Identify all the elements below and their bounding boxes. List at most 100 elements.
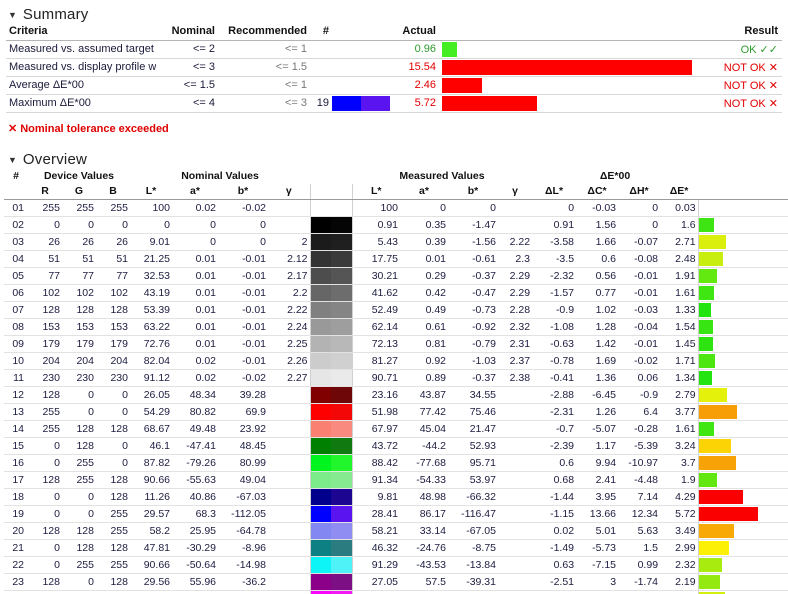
overview-col-index (4, 183, 28, 200)
overview-group-swatch-spacer (310, 168, 352, 184)
overview-col-nominal-a: a* (172, 183, 218, 200)
overview-cell-g: 0 (62, 505, 96, 523)
overview-cell-b: 255 (96, 522, 130, 540)
summary-section-header[interactable]: ▼ Summary (0, 6, 788, 23)
overview-row: 07 128 128 128 53.39 0.01 -0.01 2.22 52.49 0.49 -0… (4, 301, 788, 319)
overview-cell-g: 153 (62, 318, 96, 336)
overview-cell-index: 03 (4, 233, 28, 251)
overview-color-swatch (309, 335, 353, 353)
overview-cell-measured-a: 45.04 (400, 420, 448, 438)
overview-cell-nominal-gamma: 2.22 (268, 301, 310, 319)
overview-cell-measured-b: -13.84 (448, 556, 498, 574)
overview-delta-bar (697, 369, 788, 387)
overview-cell-measured-gamma: 2.28 (498, 301, 533, 319)
overview-cell-nominal-L: 87.82 (130, 454, 172, 472)
summary-col-swatch (332, 23, 390, 41)
triangle-down-icon[interactable]: ▼ (8, 155, 17, 165)
overview-col-r: R (28, 183, 62, 200)
overview-cell-r: 255 (28, 403, 62, 421)
overview-cell-measured-b: -66.32 (448, 488, 498, 506)
overview-cell-g: 128 (62, 437, 96, 455)
overview-cell-nominal-a: 0 (172, 216, 218, 234)
overview-cell-b: 128 (96, 301, 130, 319)
overview-cell-measured-gamma (498, 199, 533, 217)
overview-delta-bar (697, 301, 788, 319)
overview-cell-nominal-L: 54.29 (130, 403, 172, 421)
overview-cell-nominal-b: -14.98 (218, 556, 268, 574)
summary-footnote: ✕ Nominal tolerance exceeded (0, 122, 788, 135)
overview-cell-delta-C: 13.66 (576, 505, 619, 523)
overview-cell-measured-gamma (498, 590, 533, 594)
overview-color-swatch (309, 386, 353, 404)
overview-row: 03 26 26 26 9.01 0 0 2 5.43 0.39 -1.56 2.22 -3.58 1.6… (4, 233, 788, 251)
overview-cell-measured-a: 33.14 (400, 522, 448, 540)
overview-cell-measured-a: 57.5 (400, 573, 448, 591)
overview-cell-b: 0 (96, 386, 130, 404)
summary-cell-nominal: <= 1.5 (156, 76, 218, 95)
overview-cell-measured-gamma: 2.22 (498, 233, 533, 251)
overview-cell-delta-L: -1.15 (532, 505, 577, 523)
overview-cell-nominal-L: 26.05 (130, 386, 172, 404)
overview-cell-r: 51 (28, 250, 62, 268)
overview-cell-measured-a: 0 (400, 199, 448, 217)
overview-cell-delta-E: 1.61 (660, 284, 699, 302)
overview-cell-b: 230 (96, 369, 130, 387)
overview-cell-nominal-b: 69.9 (218, 403, 268, 421)
overview-cell-measured-gamma (498, 386, 533, 404)
overview-cell-nominal-b: 0 (218, 233, 268, 251)
overview-row: 16 0 255 0 87.82 -79.26 80.99 88.42 -77.68 95.71 0… (4, 454, 788, 472)
overview-cell-measured-gamma (498, 403, 533, 421)
triangle-down-icon[interactable]: ▼ (8, 11, 17, 20)
overview-cell-delta-E: 1.9 (660, 471, 699, 489)
overview-cell-delta-L: -3.5 (532, 250, 577, 268)
overview-cell-g: 51 (62, 250, 96, 268)
overview-cell-delta-C: -0.03 (576, 199, 619, 217)
summary-cell-result: OK ✓✓ (692, 40, 782, 59)
overview-cell-index: 04 (4, 250, 28, 268)
overview-cell-measured-b: 53.97 (448, 471, 498, 489)
overview-sub-header-row: R G B L* a* b* γ L* a* b* γ ΔL* ΔC* ΔH* … (4, 183, 788, 200)
overview-cell-b: 0 (96, 437, 130, 455)
summary-cell-actual: 5.72 (390, 94, 442, 113)
overview-cell-delta-H: 0 (618, 199, 661, 217)
overview-cell-nominal-L: 100 (130, 199, 172, 217)
overview-cell-delta-H: -0.28 (618, 420, 661, 438)
overview-cell-measured-L: 81.27 (351, 352, 400, 370)
summary-cell-nominal: <= 3 (156, 58, 218, 77)
overview-delta-bar (697, 471, 788, 489)
overview-group-header-row: # Device Values Nominal Values Measured … (4, 168, 788, 184)
overview-cell-b: 0 (96, 403, 130, 421)
overview-cell-measured-gamma: 2.38 (498, 369, 533, 387)
overview-col-b: B (96, 183, 130, 200)
overview-cell-delta-C: 1.28 (576, 318, 619, 336)
overview-row: 15 0 128 0 46.1 -47.41 48.45 43.72 -44.2 52.93 -2.… (4, 437, 788, 455)
overview-color-swatch (309, 420, 353, 438)
overview-cell-nominal-L: 90.66 (130, 556, 172, 574)
overview-cell-b: 179 (96, 335, 130, 353)
overview-delta-bar (697, 488, 788, 506)
overview-cell-b: 77 (96, 267, 130, 285)
overview-section-header[interactable]: ▼ Overview (0, 151, 788, 168)
overview-cell-delta-H: -5.39 (618, 437, 661, 455)
overview-cell-index: 19 (4, 505, 28, 523)
overview-cell-delta-E: 2.71 (660, 233, 699, 251)
overview-cell-delta-L: -0.41 (532, 369, 577, 387)
overview-cell-r: 102 (28, 284, 62, 302)
overview-cell-nominal-L: 82.04 (130, 352, 172, 370)
overview-cell-measured-L: 28.41 (351, 505, 400, 523)
overview-row: 09 179 179 179 72.76 0.01 -0.01 2.25 72.13 0.81 -0… (4, 335, 788, 353)
overview-cell-delta-C: 1.02 (576, 301, 619, 319)
overview-cell-r: 0 (28, 539, 62, 557)
overview-cell-g: 0 (62, 386, 96, 404)
overview-cell-measured-b: -67.15 (448, 590, 498, 594)
overview-cell-delta-E: 2.32 (660, 556, 699, 574)
summary-col-criteria: Criteria (6, 23, 156, 41)
overview-cell-nominal-L: 0 (130, 216, 172, 234)
summary-cell-criteria: Measured vs. assumed target whitepoint Δ… (6, 40, 156, 59)
overview-table-body: 01 255 255 255 100 0.02 -0.02 100 0 0 0 -0.03 0 0.03 0… (4, 199, 788, 594)
overview-cell-measured-a: 86.17 (400, 505, 448, 523)
overview-cell-measured-L: 51.98 (351, 403, 400, 421)
overview-cell-nominal-gamma: 2.25 (268, 335, 310, 353)
overview-cell-measured-a: 0.29 (400, 267, 448, 285)
overview-cell-nominal-b: -0.01 (218, 335, 268, 353)
